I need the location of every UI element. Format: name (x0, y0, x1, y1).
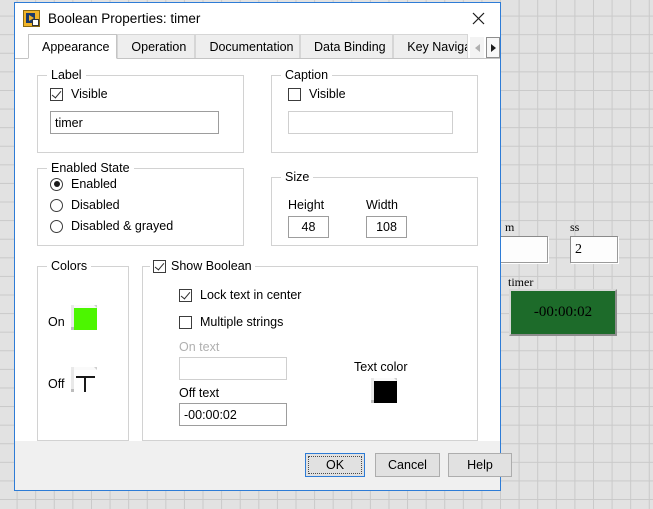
dialog-footer: OK Cancel Help (15, 441, 512, 490)
on-text-label: On text (179, 340, 220, 354)
lock-text-label: Lock text in center (200, 288, 302, 302)
multiple-strings-label: Multiple strings (200, 315, 284, 329)
label-group: Label Visible timer (37, 68, 244, 153)
ok-button[interactable]: OK (305, 453, 365, 477)
panel-mm-label: m (505, 220, 515, 234)
tab-data-binding[interactable]: Data Binding (300, 34, 394, 59)
dialog-titlebar: Boolean Properties: timer (15, 3, 500, 34)
size-width-input[interactable]: 108 (366, 216, 407, 238)
lock-text-checkbox[interactable] (179, 288, 192, 302)
tab-key-navigation[interactable]: Key Naviga (393, 34, 469, 59)
color-on-label: On (48, 315, 65, 329)
panel-mm-input[interactable] (500, 236, 548, 263)
caption-group: Caption Visible (271, 68, 478, 153)
tab-documentation[interactable]: Documentation (195, 34, 301, 59)
text-color-swatch[interactable] (371, 378, 397, 403)
disabled-grayed-radio-label: Disabled & grayed (71, 219, 174, 233)
disabled-grayed-radio-row[interactable]: Disabled & grayed (50, 219, 173, 233)
dialog-tabstrip: Appearance Operation Documentation Data … (15, 34, 500, 59)
tab-operation[interactable]: Operation (117, 34, 196, 59)
color-on-swatch[interactable] (71, 305, 97, 330)
boolean-properties-dialog: Boolean Properties: timer Appearance Ope… (14, 2, 512, 491)
disabled-grayed-radio[interactable] (50, 219, 63, 233)
screen: m ss 2 timer -00:00:02 Boolean Propertie… (0, 0, 653, 509)
size-group-title: Size (281, 170, 314, 184)
show-boolean-checkbox[interactable] (153, 259, 166, 273)
off-text-label: Off text (179, 386, 220, 400)
colors-group: Colors On Off (37, 259, 129, 441)
enabled-state-group: Enabled State Enabled Disabled Disabled … (37, 161, 244, 246)
cancel-button-label: Cancel (388, 458, 427, 472)
colors-group-title: Colors (47, 259, 92, 273)
show-boolean-legend[interactable]: Show Boolean (150, 259, 255, 273)
dialog-title: Boolean Properties: timer (48, 11, 201, 26)
on-text-input[interactable] (179, 357, 287, 380)
help-button-label: Help (467, 458, 493, 472)
panel-ss-input[interactable]: 2 (570, 236, 618, 263)
caption-text-input[interactable] (288, 111, 453, 134)
size-width-label: Width (366, 198, 398, 212)
cancel-button[interactable]: Cancel (375, 453, 440, 477)
show-boolean-label: Show Boolean (171, 259, 252, 273)
tab-scroll-right-icon[interactable] (486, 37, 500, 58)
disabled-radio-label: Disabled (71, 198, 120, 212)
caption-visible-checkbox-row[interactable]: Visible (288, 87, 346, 101)
caption-visible-checkbox[interactable] (288, 87, 301, 101)
label-visible-label: Visible (71, 87, 108, 101)
help-button[interactable]: Help (448, 453, 512, 477)
label-visible-checkbox[interactable] (50, 87, 63, 101)
panel-ss-label: ss (570, 220, 580, 234)
off-text-input[interactable]: -00:00:02 (179, 403, 287, 426)
color-off-label: Off (48, 377, 65, 391)
label-text-input[interactable]: timer (50, 111, 219, 134)
enabled-radio-label: Enabled (71, 177, 117, 191)
tab-appearance[interactable]: Appearance (28, 34, 118, 59)
show-boolean-group: Show Boolean Lock text in center Multipl… (142, 259, 478, 441)
size-height-input[interactable]: 48 (288, 216, 329, 238)
color-off-swatch[interactable] (71, 367, 97, 392)
enabled-state-group-title: Enabled State (47, 161, 134, 175)
dialog-body: Label Visible timer Caption Visible Enab… (15, 58, 500, 441)
ok-button-label: OK (325, 458, 345, 472)
panel-timer-boolean[interactable]: -00:00:02 (509, 289, 617, 336)
panel-timer-label: timer (508, 275, 534, 289)
size-group: Size Height 48 Width 108 (271, 170, 478, 246)
caption-visible-label: Visible (309, 87, 346, 101)
label-group-title: Label (47, 68, 86, 82)
tab-scroll-left-icon[interactable] (470, 37, 485, 58)
caption-group-title: Caption (281, 68, 333, 82)
text-color-label: Text color (354, 360, 408, 374)
label-visible-checkbox-row[interactable]: Visible (50, 87, 108, 101)
lock-text-checkbox-row[interactable]: Lock text in center (179, 288, 301, 302)
enabled-radio-row[interactable]: Enabled (50, 177, 117, 191)
disabled-radio-row[interactable]: Disabled (50, 198, 120, 212)
size-height-label: Height (288, 198, 325, 212)
disabled-radio[interactable] (50, 198, 63, 212)
close-icon[interactable] (456, 3, 500, 34)
enabled-radio[interactable] (50, 177, 63, 191)
multiple-strings-checkbox-row[interactable]: Multiple strings (179, 315, 283, 329)
multiple-strings-checkbox[interactable] (179, 315, 192, 329)
labview-boolean-icon (23, 10, 40, 27)
